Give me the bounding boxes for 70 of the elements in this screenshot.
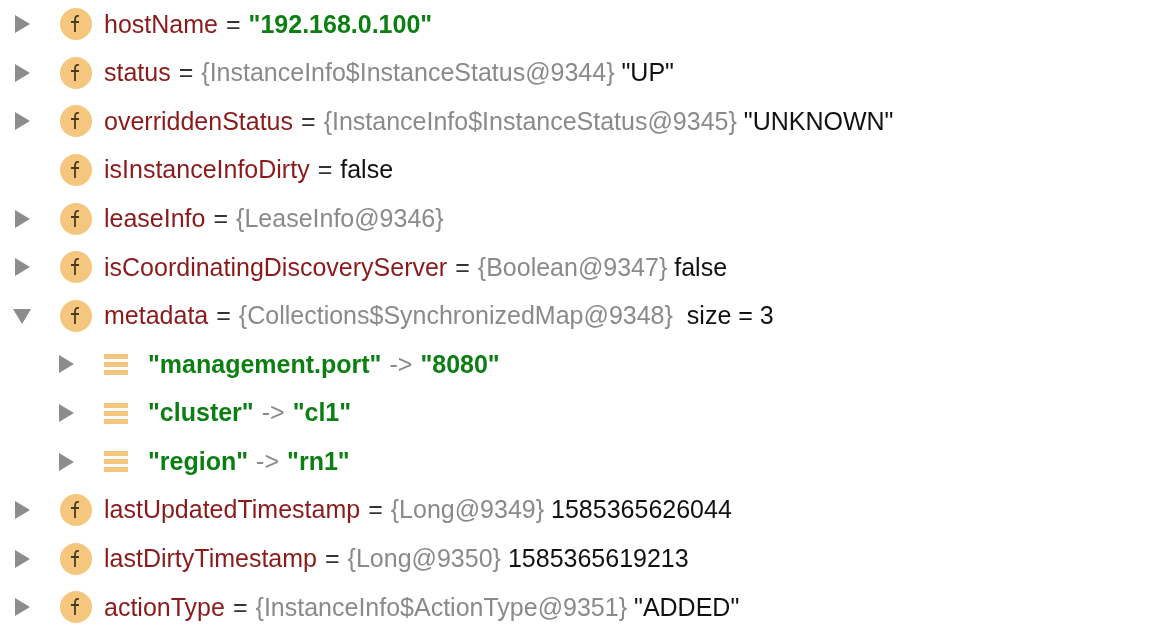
equals-sign: = — [316, 154, 334, 186]
value-text: 1585365626044 — [551, 494, 732, 526]
expand-arrow-icon[interactable] — [12, 14, 32, 35]
expand-arrow-icon[interactable] — [12, 257, 32, 278]
size-text: size = 3 — [685, 300, 774, 332]
field-icon — [60, 542, 92, 575]
arrow-text: -> — [388, 348, 414, 380]
value-text: "rn1" — [287, 445, 350, 477]
variable-name: hostName — [104, 8, 218, 40]
type-text: {Collections$SynchronizedMap@9348} — [238, 300, 674, 332]
expand-arrow-icon[interactable] — [56, 354, 76, 375]
map-entry-icon — [104, 451, 128, 473]
field-icon — [60, 299, 92, 332]
expand-arrow-icon[interactable] — [12, 208, 32, 229]
field-icon — [60, 154, 92, 187]
variable-name: isCoordinatingDiscoveryServer — [104, 251, 448, 283]
key-text: "cluster" — [148, 397, 254, 429]
field-icon — [60, 591, 92, 624]
variable-name: leaseInfo — [104, 202, 206, 234]
type-text: {InstanceInfo$InstanceStatus@9344} — [201, 57, 616, 89]
value-text: false — [674, 251, 728, 283]
equals-sign: = — [231, 591, 249, 623]
expand-arrow-icon[interactable] — [12, 548, 32, 569]
expand-arrow-icon[interactable] — [56, 451, 76, 472]
variable-name: lastUpdatedTimestamp — [104, 494, 361, 526]
map-entry-icon — [104, 402, 128, 424]
variable-name: status — [104, 57, 171, 89]
equals-sign: = — [300, 105, 317, 137]
value-text: "cl1" — [292, 397, 352, 429]
type-text: {Long@9349} — [390, 494, 546, 526]
arrow-text: -> — [260, 397, 286, 429]
variable-name: overriddenStatus — [104, 105, 293, 137]
field-icon — [60, 105, 92, 138]
expand-arrow-icon[interactable] — [12, 62, 32, 83]
type-text: {LeaseInfo@9346} — [236, 202, 445, 234]
value-text: "8080" — [420, 348, 500, 380]
expand-arrow-icon[interactable] — [12, 111, 32, 132]
value-text: "UP" — [621, 57, 674, 89]
value-text: "UNKNOWN" — [743, 105, 894, 137]
field-icon — [60, 202, 92, 235]
equals-sign: = — [215, 300, 232, 332]
expand-arrow-icon[interactable] — [56, 403, 76, 424]
expand-arrow-icon[interactable] — [12, 597, 32, 618]
equals-sign: = — [224, 8, 242, 40]
type-text: {Long@9350} — [347, 543, 502, 575]
value-text: "ADDED" — [634, 591, 740, 623]
variable-name: lastDirtyTimestamp — [104, 543, 317, 575]
expand-arrow-icon[interactable] — [12, 500, 32, 521]
key-text: "management.port" — [148, 348, 382, 380]
value-text: false — [340, 154, 394, 186]
variable-name: metadata — [104, 300, 209, 332]
field-icon — [60, 56, 92, 89]
key-text: "region" — [148, 445, 249, 477]
type-text: {InstanceInfo$ActionType@9351} — [255, 591, 628, 623]
type-text: {InstanceInfo$InstanceStatus@9345} — [323, 105, 738, 137]
field-icon — [60, 8, 92, 41]
map-entry-icon — [104, 353, 128, 375]
field-icon — [60, 251, 92, 284]
equals-sign: = — [177, 57, 195, 89]
type-text: {Boolean@9347} — [477, 251, 669, 283]
equals-sign: = — [454, 251, 471, 283]
equals-sign: = — [212, 202, 230, 234]
arrow-text: -> — [255, 445, 281, 477]
value-text: "192.168.0.100" — [248, 8, 433, 40]
equals-sign: = — [324, 543, 341, 575]
value-text: 1585365619213 — [507, 543, 689, 575]
equals-sign: = — [367, 494, 384, 526]
field-icon — [60, 494, 92, 527]
variable-name: actionType — [104, 591, 225, 623]
variable-name: isInstanceInfoDirty — [104, 154, 310, 186]
